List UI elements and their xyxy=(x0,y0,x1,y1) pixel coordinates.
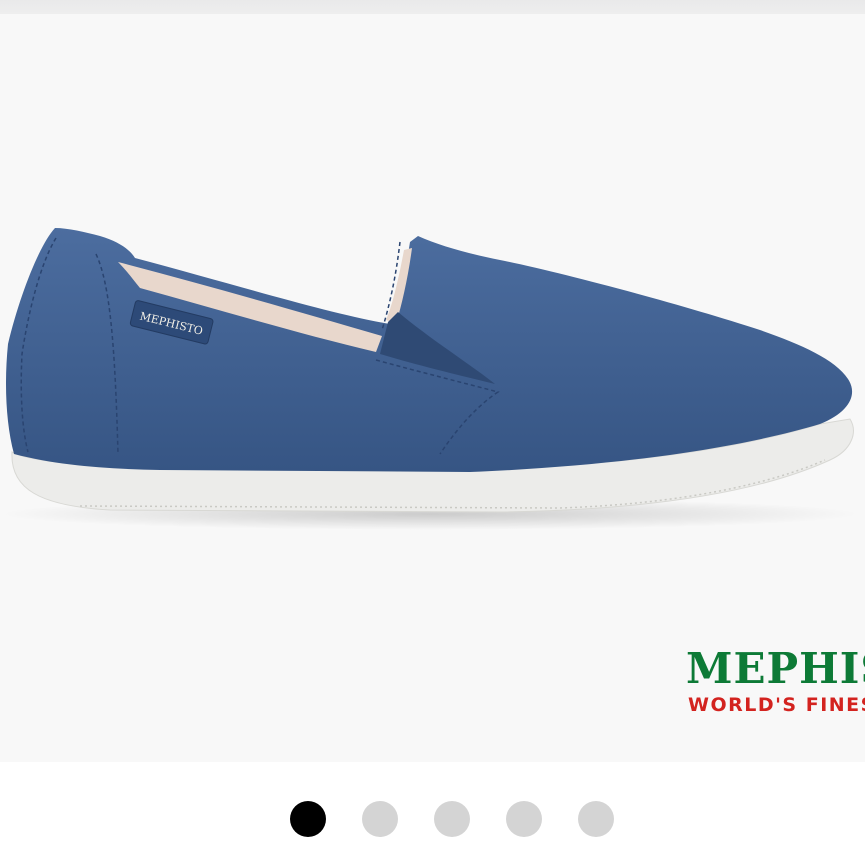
carousel-dot-2[interactable] xyxy=(362,801,398,837)
product-image[interactable]: MEPHISTO MEPHISTO WORLD'S FINEST xyxy=(0,14,865,762)
product-gallery: MEPHISTO MEPHISTO WORLD'S FINEST xyxy=(0,0,865,865)
carousel-dots xyxy=(290,801,614,837)
carousel-pagination xyxy=(0,762,865,865)
carousel-dot-5[interactable] xyxy=(578,801,614,837)
top-divider xyxy=(0,0,865,14)
carousel-dot-1[interactable] xyxy=(290,801,326,837)
carousel-dot-3[interactable] xyxy=(434,801,470,837)
carousel-dot-4[interactable] xyxy=(506,801,542,837)
brand-name: MEPHISTO xyxy=(686,646,865,693)
brand-logo: MEPHISTO WORLD'S FINEST xyxy=(686,646,865,718)
brand-tagline: WORLD'S FINEST xyxy=(688,694,865,716)
